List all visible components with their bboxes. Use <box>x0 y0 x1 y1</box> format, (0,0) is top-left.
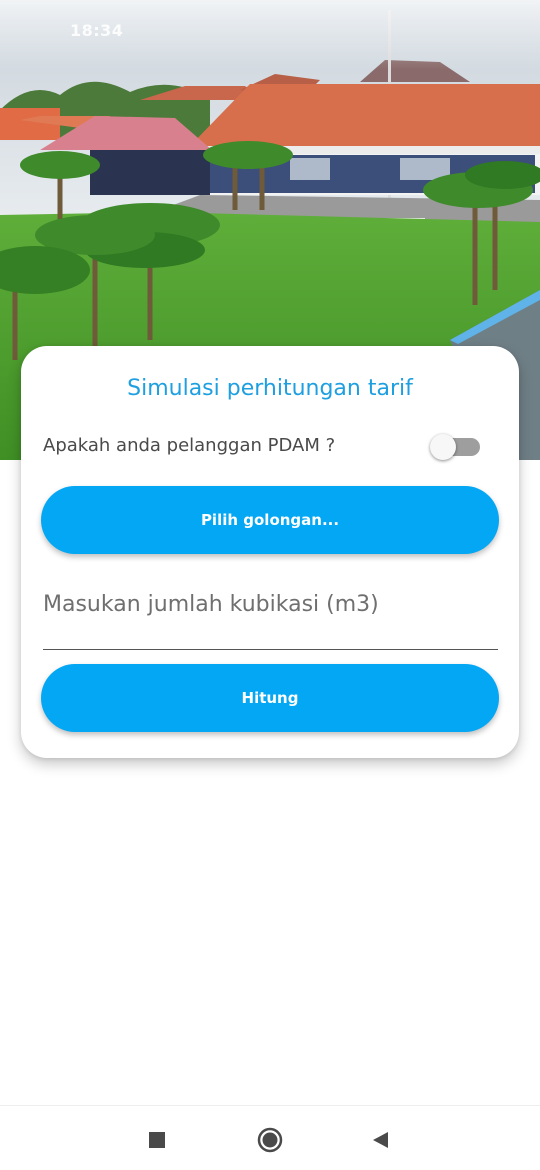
square-icon <box>149 1132 165 1148</box>
circle-icon <box>257 1127 283 1153</box>
pdam-customer-toggle[interactable] <box>430 434 482 460</box>
navigation-bar <box>0 1105 540 1170</box>
calculate-button[interactable]: Hitung <box>41 664 499 732</box>
volume-input[interactable] <box>43 574 498 650</box>
card-title: Simulasi perhitungan tarif <box>127 376 413 401</box>
triangle-back-icon <box>373 1132 388 1148</box>
recents-button[interactable] <box>142 1125 172 1155</box>
back-button[interactable] <box>366 1125 396 1155</box>
pdam-customer-label: Apakah anda pelanggan PDAM ? <box>43 435 336 456</box>
select-group-button[interactable]: Pilih golongan... <box>41 486 499 554</box>
status-bar-time: 18:34 <box>70 21 124 40</box>
tariff-simulation-card: Simulasi perhitungan tarif Apakah anda p… <box>21 346 519 758</box>
home-button[interactable] <box>255 1125 285 1155</box>
toggle-thumb <box>430 434 456 460</box>
